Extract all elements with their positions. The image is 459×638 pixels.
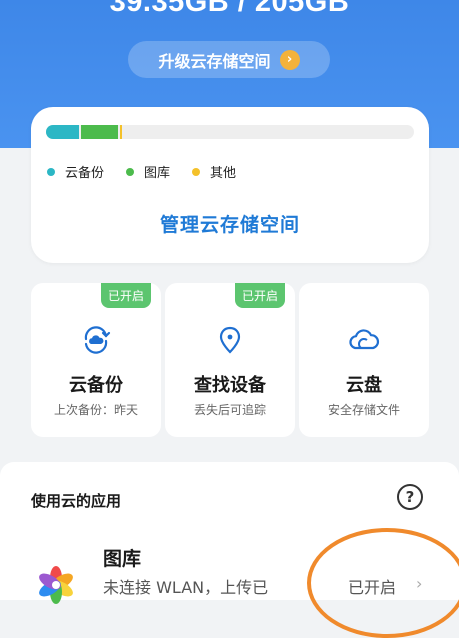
legend-dot-icon <box>126 167 135 176</box>
feature-subtitle: 上次备份：昨天 <box>53 403 138 417</box>
usage-segment <box>119 125 123 139</box>
feature-subtitle: 安全存储文件 <box>327 403 400 417</box>
upgrade-storage-label: 升级云存储空间 <box>158 51 271 71</box>
feature-subtitle: 丢失后可追踪 <box>193 403 266 417</box>
legend-label: 其他 <box>210 166 237 181</box>
legend-item-other: 其他 <box>192 162 236 181</box>
storage-usage-bar <box>46 125 414 139</box>
help-icon[interactable]: ? <box>397 484 423 510</box>
legend-dot-icon <box>47 167 55 176</box>
legend-label: 云备份 <box>65 166 105 181</box>
feature-title: 云备份 <box>69 375 123 396</box>
highlight-annotation <box>307 528 459 638</box>
legend-dot-icon <box>192 167 201 176</box>
app-name: 图库 <box>103 548 142 570</box>
feature-tile-cloud-drive[interactable]: 云盘 安全存储文件 <box>299 283 429 437</box>
feature-title: 云盘 <box>346 375 382 396</box>
legend-item-cloud-backup: 云备份 <box>47 162 104 181</box>
feature-title: 查找设备 <box>194 375 266 396</box>
upgrade-storage-button[interactable]: 升级云存储空间 › <box>128 41 330 78</box>
feature-tile-find-device[interactable]: 已开启 查找设备 丢失后可追踪 <box>165 283 295 437</box>
enabled-badge: 已开启 <box>234 283 285 308</box>
usage-segment <box>81 125 118 139</box>
legend-item-gallery: 图库 <box>126 162 170 181</box>
section-title: 使用云的应用 <box>31 492 122 510</box>
storage-usage: 39.35GB / 205GB <box>109 0 350 18</box>
usage-segment <box>46 125 80 139</box>
cloud-backup-icon <box>31 325 161 355</box>
storage-legend: 云备份 图库 其他 <box>47 162 236 181</box>
feature-tile-cloud-backup[interactable]: 已开启 云备份 上次备份：昨天 <box>31 283 161 437</box>
legend-label: 图库 <box>144 166 171 181</box>
location-pin-icon <box>165 325 295 355</box>
storage-card: 云备份 图库 其他 管理云存储空间 <box>31 107 429 263</box>
gallery-icon <box>37 566 75 608</box>
cloud-drive-icon <box>299 325 429 355</box>
chevron-right-icon: › <box>279 49 300 70</box>
enabled-badge: 已开启 <box>100 283 151 308</box>
app-status: 未连接 WLAN，上传已 <box>103 578 269 597</box>
manage-storage-link[interactable]: 管理云存储空间 <box>31 210 429 237</box>
